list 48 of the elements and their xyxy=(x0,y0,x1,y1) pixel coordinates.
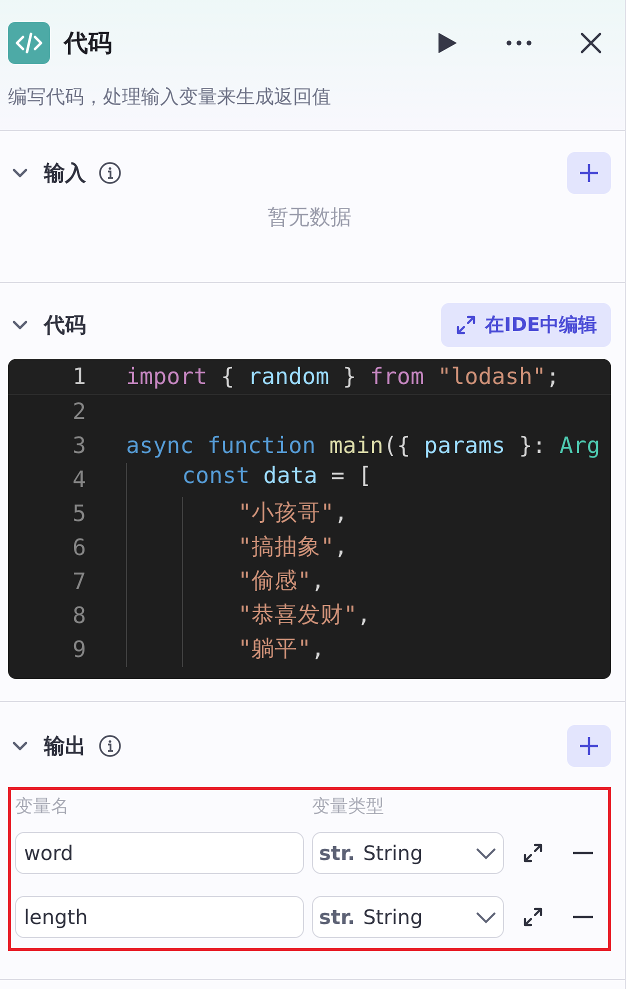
empty-text: 暂无数据 xyxy=(266,204,352,231)
line-number: 3 xyxy=(71,433,86,459)
more-icon xyxy=(506,40,532,46)
expand-icon xyxy=(522,842,544,864)
panel-title: 代码 xyxy=(64,28,113,59)
variable-name-field[interactable]: length xyxy=(15,896,304,938)
column-header: 变量名 xyxy=(15,796,69,817)
line-number: 6 xyxy=(71,535,86,561)
line-number: 1 xyxy=(71,364,86,390)
play-icon xyxy=(437,32,457,54)
type-dropdown[interactable]: str. String xyxy=(312,832,504,874)
line-number: 4 xyxy=(71,467,86,493)
chevron-down-icon xyxy=(475,846,497,860)
line-number: 8 xyxy=(71,603,86,629)
add-button[interactable] xyxy=(567,152,611,194)
type-dropdown[interactable]: str. String xyxy=(312,896,504,938)
minus-icon xyxy=(573,915,593,919)
expand-icon xyxy=(455,314,478,336)
column-header: 变量类型 xyxy=(312,796,384,817)
edit-in-ide-button[interactable]: 在IDE中编辑 xyxy=(441,303,611,347)
plus-icon xyxy=(578,735,600,757)
close-icon xyxy=(580,32,602,54)
section-title: 代码 xyxy=(44,312,86,339)
code-line: import { random } from "lodash"; xyxy=(126,364,560,390)
section-title: 输入 xyxy=(44,160,86,187)
code-editor[interactable]: 1 import { random } from "lodash"; 2 3 async function main({ params }: Arg 4 const data = [ 5 "小孩哥", 6 "搞抽象", 7 "偷感", 8 "恭喜发财", 9 "躺平", xyxy=(8,359,611,679)
code-logo-icon xyxy=(8,22,50,64)
info-icon[interactable] xyxy=(98,734,122,758)
code-line: "偷感", xyxy=(238,567,325,596)
section-title: 输出 xyxy=(44,733,86,760)
panel-description: 编写代码，处理输入变量来生成返回值 xyxy=(8,85,332,110)
line-number: 5 xyxy=(71,501,86,527)
code-line: "小孩哥", xyxy=(238,499,348,528)
chevron-down-icon xyxy=(475,910,497,924)
add-button[interactable] xyxy=(567,725,611,767)
info-icon[interactable] xyxy=(98,161,122,185)
line-number: 2 xyxy=(71,399,86,425)
code-line: const data = [ xyxy=(182,463,372,491)
plus-icon xyxy=(578,162,600,184)
line-number: 7 xyxy=(71,569,86,595)
code-line: "躺平", xyxy=(238,635,325,664)
code-line: "搞抽象", xyxy=(238,533,348,562)
expand-icon xyxy=(522,906,544,928)
code-line: async function main({ params }: Arg xyxy=(126,433,600,459)
minus-icon xyxy=(573,851,593,855)
code-line: "恭喜发财", xyxy=(238,601,371,630)
variable-name-field[interactable]: word xyxy=(15,832,304,874)
line-number: 9 xyxy=(71,637,86,663)
